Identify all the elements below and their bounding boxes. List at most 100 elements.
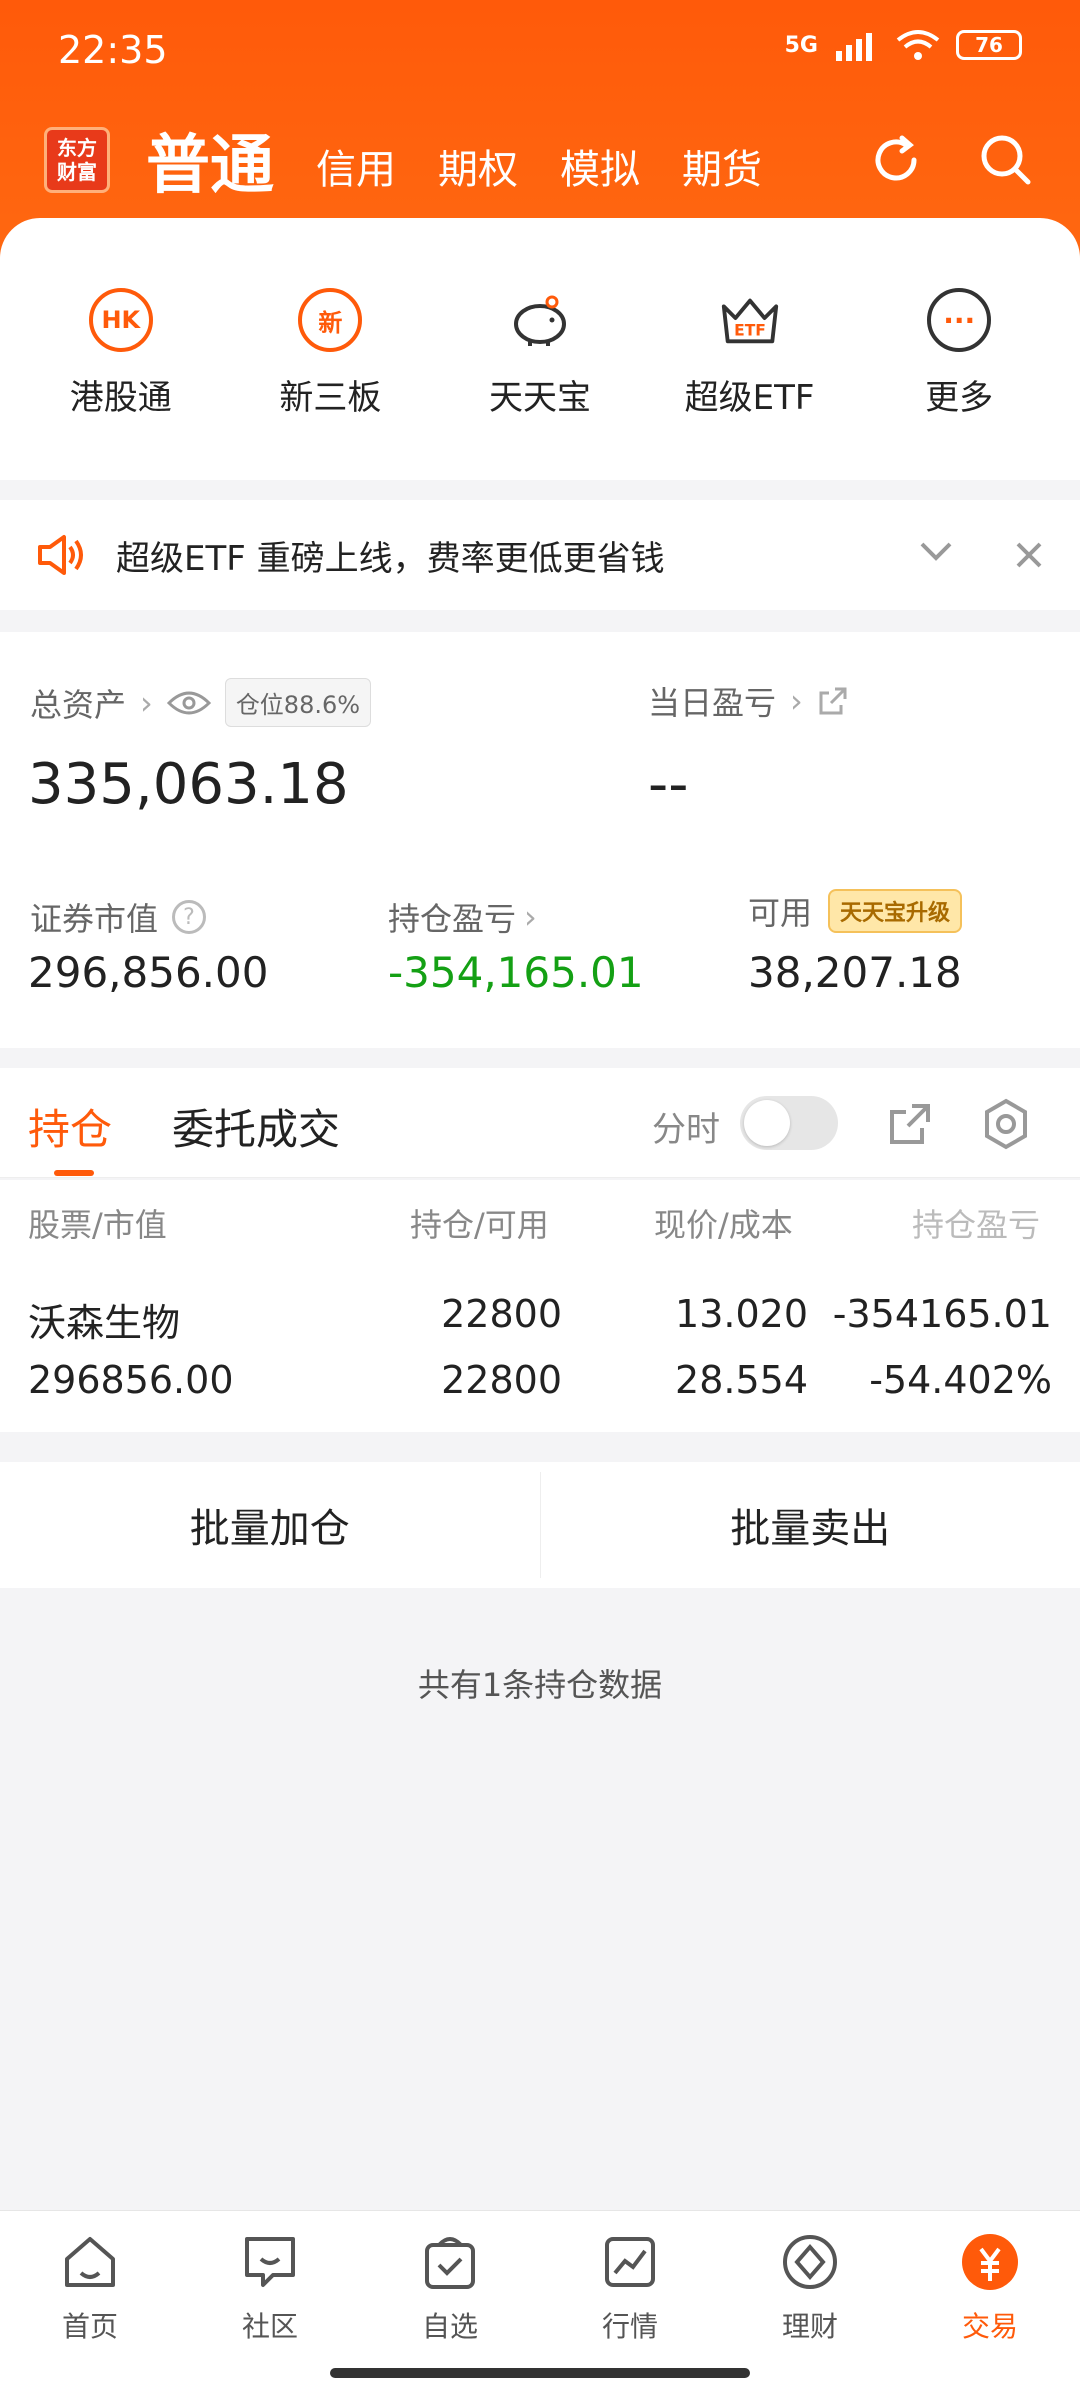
quick-label: 超级ETF xyxy=(684,378,815,418)
network-label: 5G xyxy=(784,32,818,58)
quick-label: 更多 xyxy=(925,378,994,418)
nav-label: 理财 xyxy=(781,2310,838,2343)
nav-label: 社区 xyxy=(241,2310,298,2343)
share-icon[interactable] xyxy=(817,685,849,717)
new-board-icon: 新 xyxy=(298,288,363,352)
hk-icon: HK xyxy=(88,288,153,352)
status-bar: 22:35 5G 76 xyxy=(58,28,1022,72)
nav-label: 交易 xyxy=(961,2310,1018,2343)
mode-tab-simulate[interactable]: 模拟 xyxy=(560,137,640,195)
quick-item-more[interactable]: ··· 更多 xyxy=(869,288,1049,480)
stock-available: 22800 xyxy=(441,1358,562,1402)
system-indicators: 5G 76 xyxy=(785,28,1022,62)
chevron-down-icon[interactable] xyxy=(918,540,954,564)
search-icon[interactable] xyxy=(976,130,1036,190)
col-header-pl: 持仓盈亏 xyxy=(912,1206,1041,1244)
col-header-price: 现价/成本 xyxy=(654,1206,793,1244)
diamond-icon xyxy=(783,2235,837,2289)
nav-label: 自选 xyxy=(421,2310,478,2343)
quick-item-hk[interactable]: HK 港股通 xyxy=(31,288,211,480)
active-tab-indicator xyxy=(54,1170,94,1176)
quick-item-tiantianbao[interactable]: 天天宝 xyxy=(450,288,630,480)
stock-pl: -354165.01 xyxy=(832,1292,1052,1336)
tiantianbao-upgrade-badge[interactable]: 天天宝升级 xyxy=(828,889,963,933)
battery-indicator: 76 xyxy=(956,30,1022,60)
daily-pl-value: -- xyxy=(648,752,689,817)
stock-position: 22800 xyxy=(441,1292,562,1336)
tab-positions[interactable]: 持仓 xyxy=(28,1096,112,1157)
timeshare-label: 分时 xyxy=(652,1110,720,1150)
available-value: 38,207.18 xyxy=(748,948,962,997)
battery-level: 76 xyxy=(975,33,1003,57)
logo-line-1: 东方 xyxy=(57,136,97,160)
nav-label: 首页 xyxy=(61,2310,118,2343)
quick-label: 天天宝 xyxy=(488,378,591,418)
position-ratio-chip: 仓位88.6% xyxy=(224,678,372,727)
more-dots: ··· xyxy=(943,303,976,337)
quick-entries: HK 港股通 新 新三板 天天宝 ETF 超级ETF ··· 更多 xyxy=(0,218,1080,480)
mode-tab-credit[interactable]: 信用 xyxy=(316,137,396,195)
quick-label: 新三板 xyxy=(279,378,382,418)
market-value: 296,856.00 xyxy=(28,948,269,997)
help-icon[interactable]: ? xyxy=(172,900,207,934)
etf-icon-text: ETF xyxy=(734,322,766,340)
chat-icon xyxy=(245,2237,295,2287)
stock-cost: 28.554 xyxy=(675,1358,808,1402)
settings-gear-icon[interactable] xyxy=(980,1098,1032,1150)
chevron-right-icon: › xyxy=(524,898,537,936)
quick-item-neeq[interactable]: 新 新三板 xyxy=(240,288,420,480)
total-assets-label[interactable]: 总资产 xyxy=(30,680,126,726)
checkbox-bag-icon xyxy=(425,2237,475,2289)
crown-etf-icon: ETF xyxy=(718,288,782,352)
holdings-count: 共有1条持仓数据 xyxy=(417,1666,663,1704)
refresh-icon[interactable] xyxy=(866,130,926,190)
speaker-icon xyxy=(38,535,83,575)
status-time: 22:35 xyxy=(58,28,168,72)
timeshare-toggle[interactable] xyxy=(740,1096,838,1150)
quick-label: 港股通 xyxy=(69,378,172,418)
stock-pl-pct: -54.402% xyxy=(869,1358,1052,1402)
tab-orders[interactable]: 委托成交 xyxy=(172,1096,340,1157)
stock-market-value: 296856.00 xyxy=(28,1358,234,1402)
signal-icon xyxy=(836,33,872,61)
col-header-position: 持仓/可用 xyxy=(410,1206,549,1244)
eye-icon[interactable] xyxy=(166,689,211,717)
col-header-stock: 股票/市值 xyxy=(28,1206,167,1244)
app-logo: 东方 财富 xyxy=(44,127,110,193)
position-tabs: 持仓 委托成交 分时 xyxy=(0,1068,1080,1178)
more-icon: ··· xyxy=(927,288,992,352)
asset-summary: 总资产 › 仓位88.6% 335,063.18 当日盈亏 › -- 证券市值 … xyxy=(0,632,1080,1048)
notice-banner[interactable]: 超级ETF 重磅上线，费率更低更省钱 xyxy=(0,500,1080,610)
mode-tab-futures[interactable]: 期货 xyxy=(682,137,762,195)
holding-pl-value: -354,165.01 xyxy=(388,948,644,997)
toggle-knob xyxy=(744,1100,790,1146)
mode-row: 东方 财富 普通 信用 期权 模拟 期货 xyxy=(44,120,1036,203)
home-indicator[interactable] xyxy=(330,2368,750,2378)
total-assets-value: 335,063.18 xyxy=(28,752,349,817)
batch-actions: 批量加仓 批量卖出 xyxy=(0,1462,1080,1588)
chevron-right-icon: › xyxy=(140,683,153,722)
daily-pl-label[interactable]: 当日盈亏 xyxy=(648,678,776,724)
yen-coin-icon xyxy=(962,2234,1018,2290)
piggy-bank-icon xyxy=(508,288,572,352)
mode-tab-normal[interactable]: 普通 xyxy=(146,114,274,206)
available-label: 可用 xyxy=(748,894,813,932)
export-icon[interactable] xyxy=(886,1100,934,1148)
wifi-icon xyxy=(896,30,940,60)
stock-name: 沃森生物 xyxy=(28,1301,181,1345)
quick-item-super-etf[interactable]: ETF 超级ETF xyxy=(660,288,840,480)
batch-add-button[interactable]: 批量加仓 xyxy=(0,1462,540,1588)
nav-label: 行情 xyxy=(601,2310,658,2343)
home-icon xyxy=(65,2237,115,2287)
notice-text: 超级ETF 重磅上线，费率更低更省钱 xyxy=(116,538,665,579)
trend-chart-icon xyxy=(605,2237,655,2287)
holding-pl-label[interactable]: 持仓盈亏 xyxy=(388,894,516,940)
close-icon[interactable] xyxy=(1014,540,1044,570)
chevron-right-icon: › xyxy=(790,682,803,720)
nav-home[interactable]: 首页 xyxy=(0,2211,180,2400)
mode-tab-options[interactable]: 期权 xyxy=(438,137,518,195)
stock-price: 13.020 xyxy=(675,1292,808,1336)
market-value-label: 证券市值 xyxy=(30,900,159,938)
nav-trade[interactable]: 交易 xyxy=(900,2211,1080,2400)
batch-sell-button[interactable]: 批量卖出 xyxy=(541,1462,1080,1588)
